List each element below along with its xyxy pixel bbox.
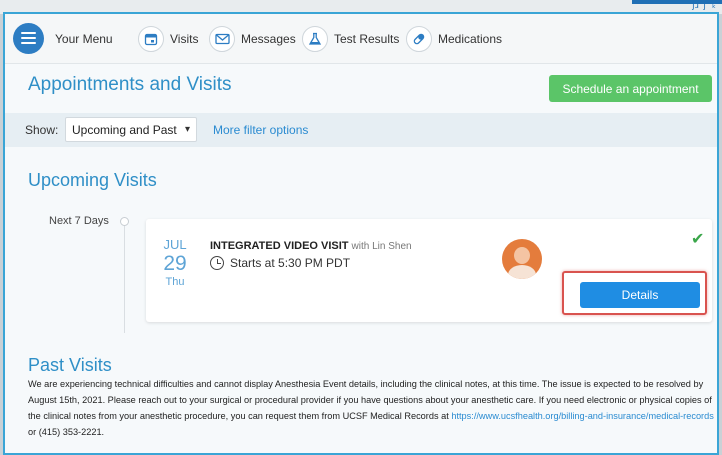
nav-label-test-results: Test Results [334, 32, 400, 46]
flask-icon [302, 26, 328, 52]
visit-provider: with Lin Shen [351, 241, 412, 252]
notice-phone: or (415) 353-2221. [28, 427, 105, 437]
nav-label-medications: Medications [438, 32, 503, 46]
nav-item-visits[interactable]: Visits [138, 25, 198, 53]
more-filter-options-link[interactable]: More filter options [213, 123, 308, 137]
past-visits-notice: We are experiencing technical difficulti… [28, 376, 716, 440]
visit-day: 29 [163, 252, 187, 275]
top-nav: Your Menu Visits Messages Test Results M… [5, 14, 717, 64]
schedule-appointment-button[interactable]: Schedule an appointment [549, 75, 712, 102]
chevron-down-icon: ▾ [184, 124, 190, 135]
nav-item-test-results[interactable]: Test Results [302, 25, 399, 53]
past-visits-title: Past Visits [28, 355, 112, 375]
corner-glyphs: ʃɹ˙ʃʼ ₖ [692, 1, 716, 11]
nav-label-visits: Visits [170, 32, 199, 46]
menu-label[interactable]: Your Menu [55, 32, 113, 46]
hamburger-menu-icon[interactable] [13, 23, 44, 54]
visit-date: JUL 29 Thu [159, 237, 191, 288]
filter-bar: Show: Upcoming and Past ▾ More filter op… [5, 113, 717, 147]
visit-type-label: INTEGRATED VIDEO VISIT [210, 240, 349, 252]
envelope-icon [209, 26, 235, 52]
visit-filter-value: Upcoming and Past [72, 122, 177, 137]
visit-time: Starts at 5:30 PM PDT [210, 256, 350, 270]
timeline-line [124, 223, 125, 333]
timeline-dot [120, 217, 129, 226]
nav-label-messages: Messages [241, 32, 296, 46]
timeline-label: Next 7 Days [49, 215, 109, 227]
show-label: Show: [25, 123, 59, 137]
calendar-icon [138, 26, 164, 52]
page-title: Appointments and Visits [28, 74, 232, 95]
app-frame: Your Menu Visits Messages Test Results M… [3, 12, 719, 455]
details-button[interactable]: Details [580, 282, 700, 308]
checkmark-icon: ✔ [691, 231, 705, 248]
visit-time-label: Starts at 5:30 PM PDT [230, 256, 351, 270]
medical-records-link[interactable]: https://www.ucsfhealth.org/billing-and-i… [451, 411, 713, 421]
visit-filter-select[interactable]: Upcoming and Past ▾ [65, 117, 197, 142]
provider-avatar [502, 239, 542, 279]
pill-icon [406, 26, 432, 52]
visit-month: JUL [163, 237, 187, 252]
upcoming-visits-title: Upcoming Visits [28, 170, 157, 190]
visit-card[interactable]: JUL 29 Thu INTEGRATED VIDEO VISIT with Li… [146, 219, 712, 322]
clock-icon [210, 256, 224, 270]
nav-item-medications[interactable]: Medications [406, 25, 502, 53]
visit-weekday: Thu [165, 276, 185, 288]
nav-item-messages[interactable]: Messages [209, 25, 296, 53]
visit-type: INTEGRATED VIDEO VISIT with Lin Shen [210, 240, 412, 252]
